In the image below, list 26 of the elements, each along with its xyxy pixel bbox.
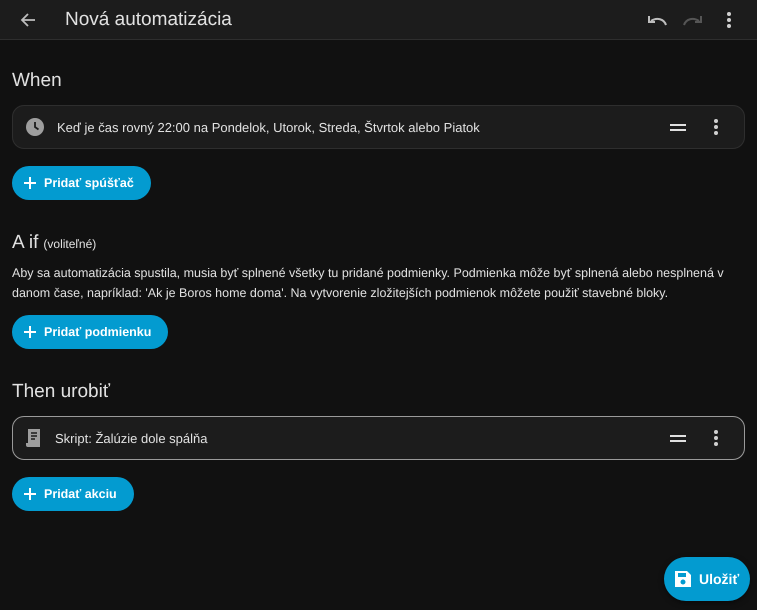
automation-row[interactable]: Keď je čas rovný 22:00 na Pondelok, Utorok, Streda, Štvrtok alebo Piatok (12, 105, 745, 149)
drag-handle-icon[interactable] (670, 434, 686, 442)
more-options-icon[interactable] (714, 119, 718, 135)
save-button[interactable]: Uložiť (664, 557, 750, 601)
plus-icon (23, 325, 37, 339)
add-button[interactable]: Pridať podmienku (12, 315, 168, 349)
section-heading: A if (12, 232, 38, 254)
back-arrow-icon[interactable] (20, 12, 36, 28)
section-description: Aby sa automatizácia spustila, musia byť splnené všetky tu pridané podmienky. Podmienka môže byť splnená alebo nesplnená v danom čase, napríklad: 'Ak je Boros home doma'. Na vytvorenie zložitejších podmienok môžete použiť stavebné bloky. (12, 265, 725, 302)
optional-note: (voliteľné) (43, 237, 96, 251)
automation-row[interactable]: Skript: Žalúzie dole spálňa (12, 416, 745, 460)
drag-handle-icon[interactable] (670, 124, 686, 130)
page-title: Nová automatizácia (65, 8, 233, 30)
add-button[interactable]: Pridať spúšťač (12, 166, 151, 200)
section-heading: When (12, 70, 63, 92)
scroll-icon (25, 428, 43, 448)
row-label: Skript: Žalúzie dole spálňa (55, 430, 208, 446)
clock-icon (25, 117, 45, 137)
more-options-icon[interactable] (714, 430, 718, 446)
add-button[interactable]: Pridať akciu (12, 477, 134, 511)
plus-icon (23, 176, 37, 190)
more-options-icon[interactable] (727, 12, 731, 28)
undo-icon[interactable] (647, 14, 667, 26)
plus-icon (23, 487, 37, 501)
section-heading: Then urobiť (12, 381, 112, 403)
row-label: Keď je čas rovný 22:00 na Pondelok, Utorok, Streda, Štvrtok alebo Piatok (57, 120, 481, 134)
